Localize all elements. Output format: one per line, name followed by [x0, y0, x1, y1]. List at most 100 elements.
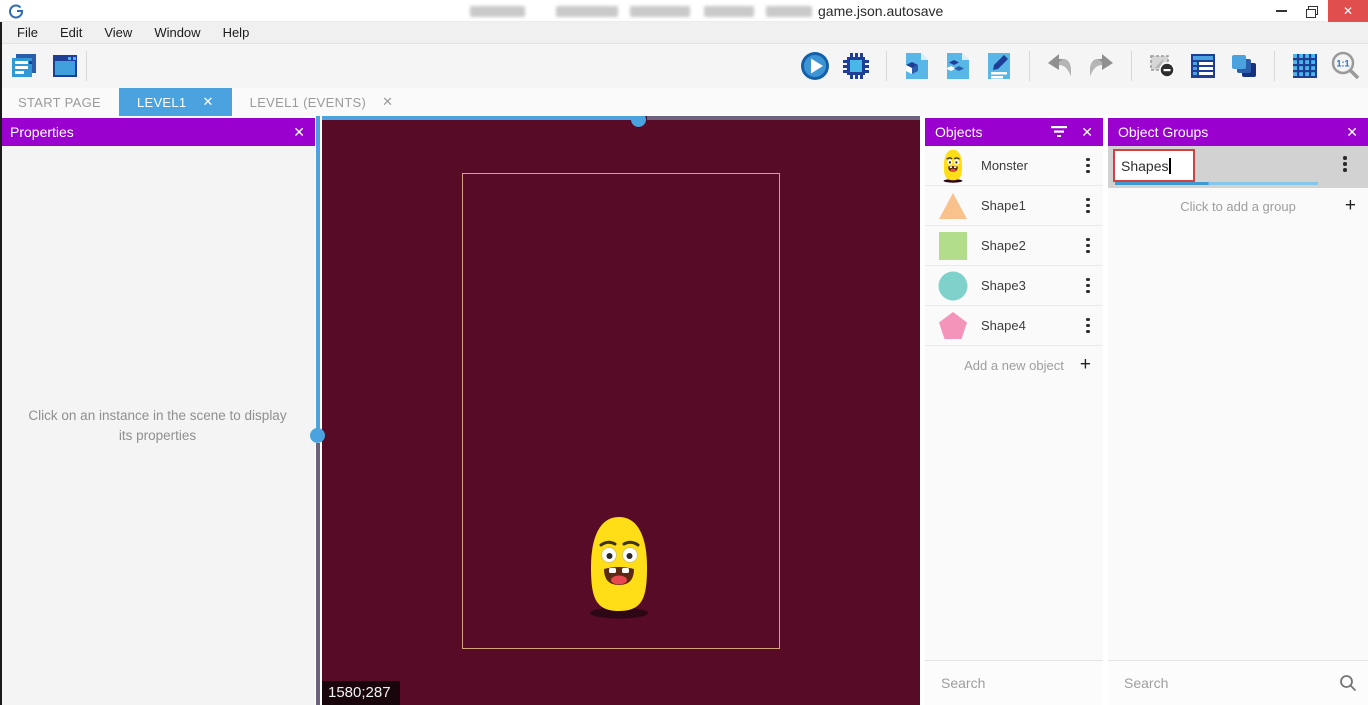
properties-panel-header: Properties ✕ — [0, 118, 315, 146]
properties-panel-title: Properties — [10, 124, 74, 140]
object-groups-panel: Object Groups ✕ Shapes Click to add a gr… — [1108, 118, 1368, 705]
object-row-shape3[interactable]: Shape3 — [925, 266, 1103, 306]
kebab-menu-icon[interactable] — [1077, 238, 1099, 254]
tab-level1[interactable]: LEVEL1 ✕ — [119, 88, 232, 116]
search-icon — [1328, 674, 1368, 692]
menu-file[interactable]: File — [6, 22, 49, 43]
object-row-shape1[interactable]: Shape1 — [925, 186, 1103, 226]
scene-vscrollbar-track[interactable] — [316, 443, 320, 705]
objects-search-row — [925, 660, 1103, 705]
menu-edit[interactable]: Edit — [49, 22, 93, 43]
object-groups-editor-icon[interactable] — [942, 50, 974, 82]
redacted-title-segment — [766, 6, 812, 17]
properties-editor-icon[interactable] — [983, 50, 1015, 82]
plus-icon[interactable]: + — [1080, 354, 1091, 376]
add-object-row[interactable]: Add a new object + — [925, 346, 1103, 384]
scene-canvas[interactable]: 1580;287 — [322, 116, 920, 705]
toolbar: 1:1 — [0, 44, 1368, 88]
objects-panel: Objects ✕ — [925, 118, 1103, 705]
close-button[interactable]: ✕ — [1328, 0, 1368, 22]
group-edit-row[interactable]: Shapes — [1108, 146, 1368, 188]
pentagon-thumbnail-icon — [925, 311, 981, 341]
kebab-menu-icon[interactable] — [1077, 278, 1099, 294]
properties-empty-message: Click on an instance in the scene to dis… — [20, 406, 295, 446]
debug-icon[interactable] — [840, 50, 872, 82]
restore-icon — [1306, 6, 1317, 16]
plus-icon[interactable]: + — [1345, 195, 1356, 217]
square-thumbnail-icon — [925, 232, 981, 260]
delete-instances-icon[interactable] — [1146, 50, 1178, 82]
window-title: game.json.autosave — [818, 3, 943, 19]
object-groups-panel-title: Object Groups — [1118, 124, 1208, 140]
object-row-monster[interactable]: Monster — [925, 146, 1103, 186]
close-icon[interactable]: ✕ — [1081, 124, 1093, 141]
scene-hscrollbar-track[interactable] — [322, 116, 638, 120]
groups-search-input[interactable] — [1108, 675, 1328, 691]
monster-instance[interactable] — [582, 515, 656, 624]
object-label: Shape1 — [981, 198, 1077, 213]
add-object-label: Add a new object — [964, 358, 1064, 373]
kebab-menu-icon[interactable] — [1077, 198, 1099, 214]
project-manager-icon[interactable] — [8, 50, 40, 82]
triangle-thumbnail-icon — [925, 192, 981, 220]
tab-bar: START PAGE LEVEL1 ✕ LEVEL1 (EVENTS) ✕ — [0, 88, 1368, 116]
objects-editor-icon[interactable] — [901, 50, 933, 82]
tab-close-icon[interactable]: ✕ — [382, 94, 393, 110]
tab-level1-events[interactable]: LEVEL1 (EVENTS) ✕ — [232, 88, 412, 116]
close-icon[interactable]: ✕ — [293, 124, 305, 141]
group-name-input[interactable]: Shapes — [1121, 158, 1168, 174]
redacted-title-segment — [630, 6, 690, 17]
kebab-menu-icon[interactable] — [1077, 318, 1099, 334]
object-label: Shape4 — [981, 318, 1077, 333]
menu-view[interactable]: View — [93, 22, 143, 43]
filter-icon[interactable] — [1051, 124, 1067, 140]
object-label: Shape3 — [981, 278, 1077, 293]
objects-search-input[interactable] — [925, 675, 1122, 691]
add-group-label: Click to add a group — [1180, 199, 1296, 214]
object-label: Shape2 — [981, 238, 1077, 253]
redo-icon[interactable] — [1085, 50, 1117, 82]
input-underline — [1115, 182, 1318, 185]
redacted-title-segment — [556, 6, 618, 17]
title-bar: game.json.autosave ✕ — [0, 0, 1368, 22]
properties-panel: Properties ✕ Click on an instance in the… — [0, 118, 315, 705]
instances-list-icon[interactable] — [1187, 50, 1219, 82]
object-row-shape2[interactable]: Shape2 — [925, 226, 1103, 266]
object-groups-panel-header: Object Groups ✕ — [1108, 118, 1368, 146]
scene-vscrollbar-track[interactable] — [316, 116, 320, 434]
tab-start-page[interactable]: START PAGE — [0, 88, 119, 116]
layers-icon[interactable] — [1228, 50, 1260, 82]
menu-help[interactable]: Help — [212, 22, 261, 43]
undo-icon[interactable] — [1044, 50, 1076, 82]
window-left-border — [0, 22, 2, 705]
add-group-row[interactable]: Click to add a group + — [1108, 188, 1368, 224]
start-page-window-icon[interactable] — [49, 50, 81, 82]
scene-hscrollbar-handle[interactable] — [631, 116, 646, 127]
play-preview-icon[interactable] — [799, 50, 831, 82]
grid-icon[interactable] — [1289, 50, 1321, 82]
redacted-title-segment — [470, 6, 525, 17]
restore-button[interactable] — [1296, 0, 1326, 22]
svg-text:1:1: 1:1 — [1336, 59, 1349, 69]
scene-hscrollbar-track[interactable] — [647, 116, 920, 120]
groups-search-row — [1108, 660, 1368, 705]
objects-panel-title: Objects — [935, 124, 982, 140]
main-area: Properties ✕ Click on an instance in the… — [0, 116, 1368, 705]
minimize-button[interactable] — [1266, 0, 1296, 22]
circle-thumbnail-icon — [925, 271, 981, 301]
kebab-menu-icon[interactable] — [1077, 158, 1099, 174]
menu-window[interactable]: Window — [143, 22, 211, 43]
zoom-1to1-icon[interactable]: 1:1 — [1330, 50, 1362, 82]
object-row-shape4[interactable]: Shape4 — [925, 306, 1103, 346]
redacted-title-segment — [704, 6, 754, 17]
close-icon[interactable]: ✕ — [1346, 124, 1358, 141]
cursor-coordinates: 1580;287 — [322, 681, 400, 705]
scene-vscrollbar-handle[interactable] — [310, 428, 325, 443]
gdevelop-logo-icon — [8, 3, 24, 24]
monster-thumbnail-icon — [925, 149, 981, 183]
menu-bar: File Edit View Window Help — [0, 22, 1368, 44]
text-caret — [1169, 158, 1171, 174]
kebab-menu-icon[interactable] — [1334, 156, 1356, 172]
tab-close-icon[interactable]: ✕ — [202, 94, 213, 110]
objects-panel-header: Objects ✕ — [925, 118, 1103, 146]
